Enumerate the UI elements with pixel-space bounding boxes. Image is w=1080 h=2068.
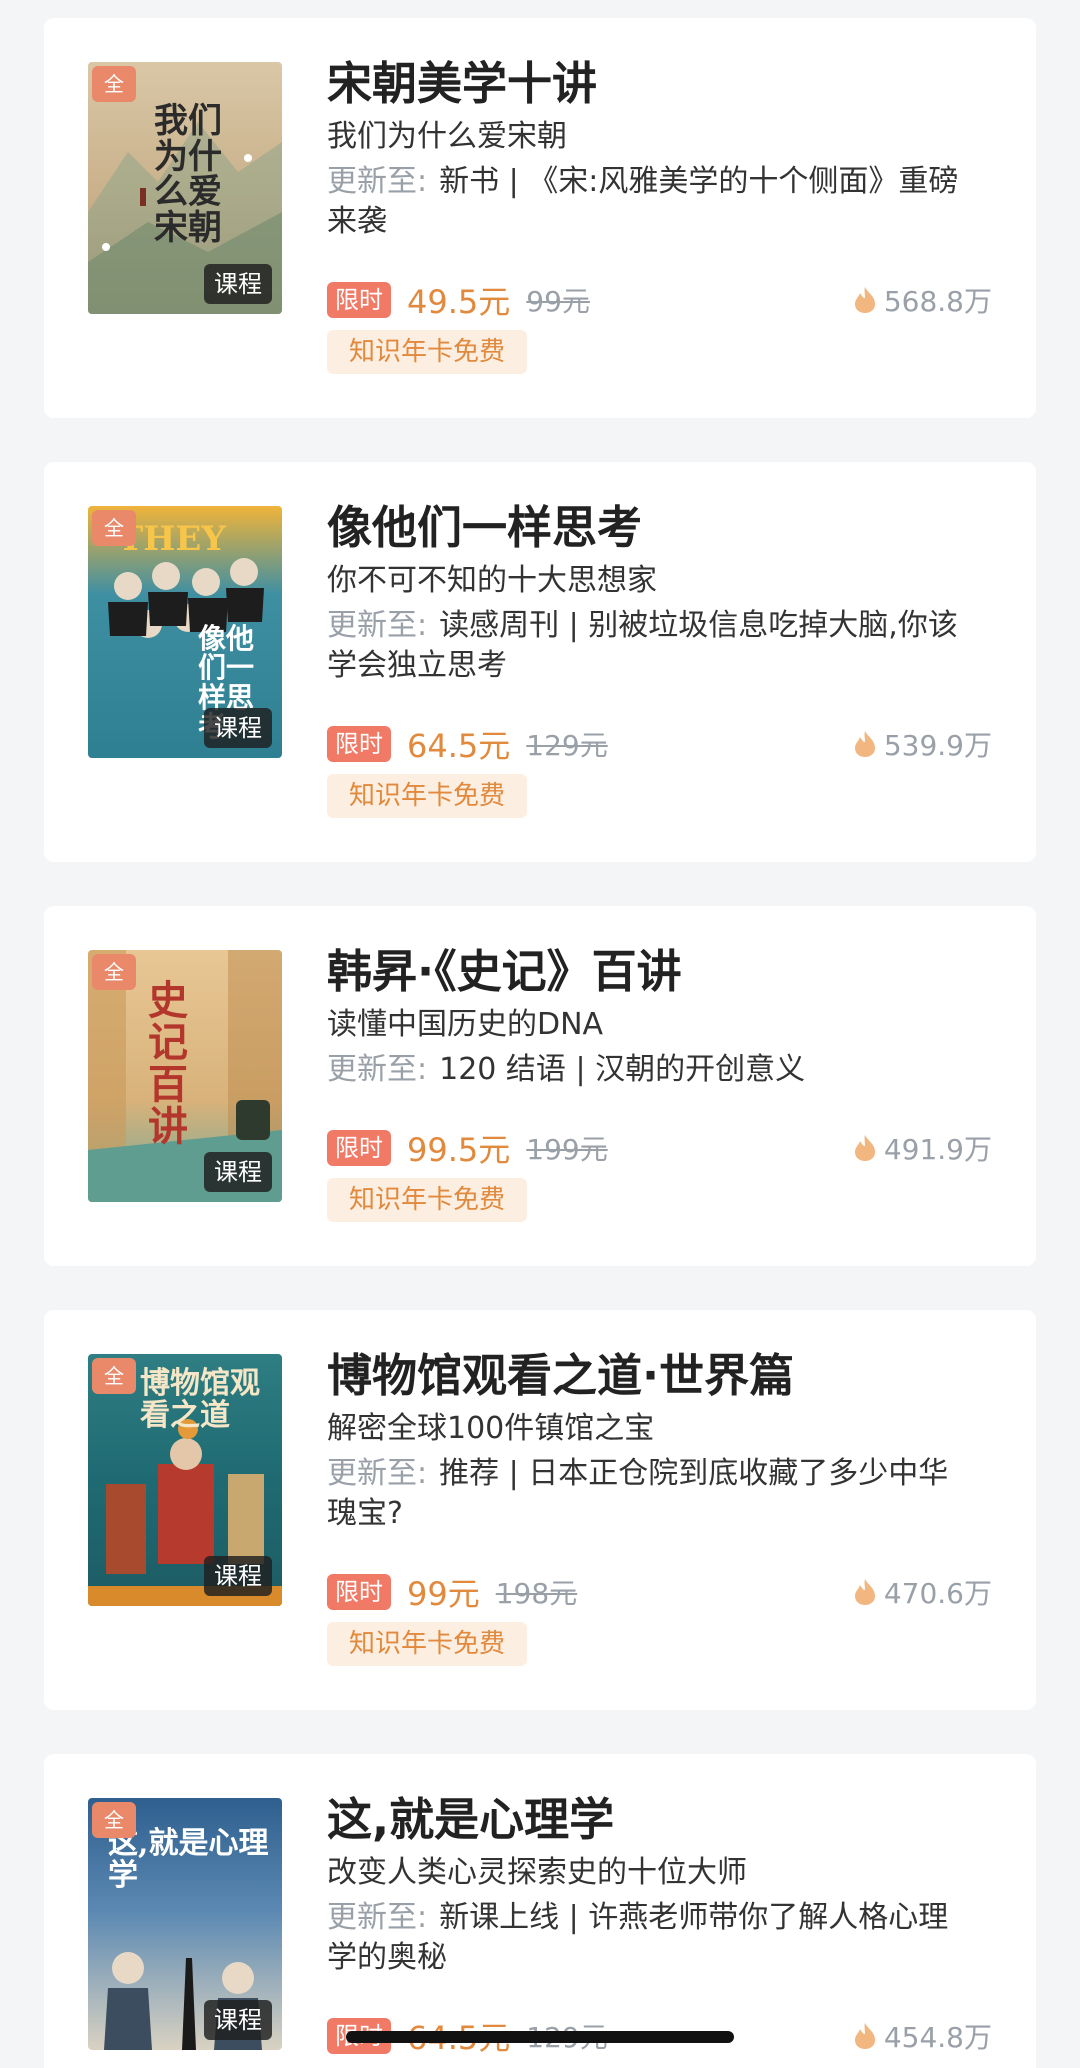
sale-price: 99.5元 bbox=[407, 1131, 511, 1169]
course-cover[interactable]: THEY 像他们一样思考 全 课程 bbox=[88, 506, 282, 758]
full-badge: 全 bbox=[92, 954, 136, 990]
flame-icon bbox=[854, 1135, 875, 1161]
course-card[interactable]: 这,就是心理学 全 课程 这,就是心理学 改变人类心灵探索史的十位大师 更新至:… bbox=[44, 1754, 1036, 2068]
update-text: 120 结语 | 汉朝的开创意义 bbox=[439, 1052, 806, 1087]
course-subtitle: 你不可不知的十大思想家 bbox=[327, 563, 657, 598]
course-badge: 课程 bbox=[204, 1556, 272, 1596]
update-line: 更新至: 新书 | 《宋:风雅美学的十个侧面》重磅来袭 bbox=[327, 162, 1006, 242]
update-label: 更新至: bbox=[327, 1900, 428, 1935]
play-count: 568.8万 bbox=[883, 285, 992, 318]
course-subtitle: 读懂中国历史的DNA bbox=[327, 1007, 604, 1042]
full-badge: 全 bbox=[92, 1802, 136, 1838]
course-card[interactable]: 史记百讲 全 课程 韩昇·《史记》百讲 读懂中国历史的DNA 更新至: 120 结… bbox=[44, 906, 1036, 1266]
play-count: 470.6万 bbox=[883, 1577, 992, 1610]
course-badge: 课程 bbox=[204, 1152, 272, 1192]
course-title[interactable]: 这,就是心理学 bbox=[327, 1790, 1006, 1850]
full-badge: 全 bbox=[92, 66, 136, 102]
price-row: 限时 99.5元 199元 491.9万 bbox=[327, 1128, 992, 1169]
annual-card-tag: 知识年卡免费 bbox=[327, 1622, 528, 1666]
sale-price: 99元 bbox=[407, 1575, 480, 1613]
course-card[interactable]: 博物馆观看之道 全 课程 博物馆观看之道·世界篇 解密全球100件镇馆之宝 更新… bbox=[44, 1310, 1036, 1710]
update-label: 更新至: bbox=[327, 1052, 428, 1087]
home-indicator[interactable] bbox=[346, 2031, 734, 2043]
course-info: 宋朝美学十讲 我们为什么爱宋朝 更新至: 新书 | 《宋:风雅美学的十个侧面》重磅… bbox=[327, 54, 1006, 242]
original-price: 129元 bbox=[526, 729, 608, 762]
course-title[interactable]: 宋朝美学十讲 bbox=[327, 54, 1006, 114]
course-cover[interactable]: 这,就是心理学 全 课程 bbox=[88, 1798, 282, 2050]
course-badge: 课程 bbox=[204, 708, 272, 748]
flame-icon bbox=[854, 2023, 875, 2049]
flame-icon bbox=[854, 731, 875, 757]
limited-time-tag: 限时 bbox=[327, 1574, 391, 1610]
course-subtitle: 我们为什么爱宋朝 bbox=[327, 119, 567, 154]
course-info: 这,就是心理学 改变人类心灵探索史的十位大师 更新至: 新课上线 | 许燕老师带你… bbox=[327, 1790, 1006, 1978]
cover-title-text: 这,就是心理学 bbox=[108, 1826, 269, 1893]
original-price: 99元 bbox=[526, 285, 590, 318]
course-info: 韩昇·《史记》百讲 读懂中国历史的DNA 更新至: 120 结语 | 汉朝的开创意… bbox=[327, 942, 1006, 1090]
update-line: 更新至: 新课上线 | 许燕老师带你了解人格心理学的奥秘 bbox=[327, 1898, 1006, 1978]
limited-time-tag: 限时 bbox=[327, 1130, 391, 1166]
flame-icon bbox=[854, 287, 875, 313]
play-count: 454.8万 bbox=[883, 2021, 992, 2054]
course-info: 博物馆观看之道·世界篇 解密全球100件镇馆之宝 更新至: 推荐 | 日本正仓院到… bbox=[327, 1346, 1006, 1534]
course-title[interactable]: 韩昇·《史记》百讲 bbox=[327, 942, 1006, 1002]
update-line: 更新至: 读感周刊 | 别被垃圾信息吃掉大脑,你该学会独立思考 bbox=[327, 606, 1006, 686]
course-card[interactable]: 我们为什么爱宋朝 全 课程 宋朝美学十讲 我们为什么爱宋朝 更新至: 新书 | 《… bbox=[44, 18, 1036, 418]
course-cover[interactable]: 史记百讲 全 课程 bbox=[88, 950, 282, 1202]
flame-icon bbox=[854, 1579, 875, 1605]
sale-price: 64.5元 bbox=[407, 727, 511, 765]
course-list: 我们为什么爱宋朝 全 课程 宋朝美学十讲 我们为什么爱宋朝 更新至: 新书 | 《… bbox=[0, 0, 1080, 2068]
cover-title-text: 史记百讲 bbox=[148, 977, 188, 1150]
update-line: 更新至: 推荐 | 日本正仓院到底收藏了多少中华瑰宝? bbox=[327, 1454, 1006, 1534]
course-subtitle: 改变人类心灵探索史的十位大师 bbox=[327, 1855, 747, 1890]
original-price: 199元 bbox=[526, 1133, 608, 1166]
play-count: 539.9万 bbox=[883, 729, 992, 762]
update-label: 更新至: bbox=[327, 164, 428, 199]
course-cover[interactable]: 我们为什么爱宋朝 全 课程 bbox=[88, 62, 282, 314]
course-card[interactable]: THEY 像他们一样思考 全 课程 像他们一样思考 你不可不知的十大思想家 更新… bbox=[44, 462, 1036, 862]
course-title[interactable]: 像他们一样思考 bbox=[327, 498, 1006, 558]
update-line: 更新至: 120 结语 | 汉朝的开创意义 bbox=[327, 1050, 1006, 1090]
update-label: 更新至: bbox=[327, 608, 428, 643]
limited-time-tag: 限时 bbox=[327, 726, 391, 762]
course-title[interactable]: 博物馆观看之道·世界篇 bbox=[327, 1346, 1006, 1406]
price-row: 限时 99元 198元 470.6万 bbox=[327, 1572, 992, 1613]
course-info: 像他们一样思考 你不可不知的十大思想家 更新至: 读感周刊 | 别被垃圾信息吃掉大… bbox=[327, 498, 1006, 686]
course-cover[interactable]: 博物馆观看之道 全 课程 bbox=[88, 1354, 282, 1606]
price-row: 限时 64.5元 129元 539.9万 bbox=[327, 724, 992, 765]
annual-card-tag: 知识年卡免费 bbox=[327, 330, 528, 374]
limited-time-tag: 限时 bbox=[327, 282, 391, 318]
full-badge: 全 bbox=[92, 510, 136, 546]
cover-title-text: 博物馆观看之道 bbox=[140, 1366, 260, 1433]
course-subtitle: 解密全球100件镇馆之宝 bbox=[327, 1411, 655, 1446]
course-badge: 课程 bbox=[204, 2000, 272, 2040]
course-badge: 课程 bbox=[204, 264, 272, 304]
sale-price: 49.5元 bbox=[407, 283, 511, 321]
full-badge: 全 bbox=[92, 1358, 136, 1394]
cover-title-text: 我们为什么爱宋朝 bbox=[154, 101, 222, 249]
price-row: 限时 49.5元 99元 568.8万 bbox=[327, 280, 992, 321]
original-price: 198元 bbox=[495, 1577, 578, 1610]
play-count: 491.9万 bbox=[883, 1133, 992, 1166]
annual-card-tag: 知识年卡免费 bbox=[327, 1178, 528, 1222]
update-label: 更新至: bbox=[327, 1456, 428, 1491]
annual-card-tag: 知识年卡免费 bbox=[327, 774, 528, 818]
